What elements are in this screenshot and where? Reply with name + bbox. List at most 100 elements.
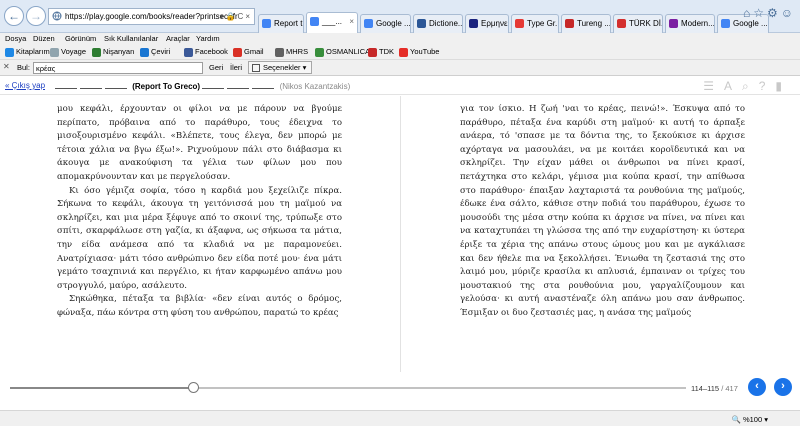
gear-icon[interactable]: ⚙ xyxy=(767,6,781,20)
previous-page-button[interactable]: ‹ xyxy=(748,378,766,396)
address-tools-icon[interactable]: ▾🔒C× xyxy=(220,9,252,24)
status-bar: 🔍 %100 ▾ xyxy=(0,410,800,426)
browser-toolbar: ← → https://play.google.com/books/reader… xyxy=(0,0,800,33)
youtube-icon xyxy=(399,48,408,57)
close-tab-icon[interactable]: × xyxy=(349,13,354,30)
favorite-link[interactable]: Facebook xyxy=(184,47,228,57)
right-page: για τον ίσκιο. Η ζωή 'ναι το κρέας, πειν… xyxy=(460,103,745,321)
book-title: (Report To Greco) (Nikos Kazantzakis) xyxy=(55,81,350,91)
favorite-link[interactable]: Çeviri xyxy=(140,47,171,57)
tdk-icon xyxy=(368,48,377,57)
exit-link[interactable]: « Çıkış yap xyxy=(5,81,45,90)
favorite-label: Nişanyan xyxy=(103,47,135,56)
favorite-link[interactable]: Nişanyan xyxy=(92,47,135,57)
browser-tab[interactable]: Report t... xyxy=(258,14,304,33)
address-bar[interactable]: https://play.google.com/books/reader?pri… xyxy=(48,8,255,25)
reader-header: « Çıkış yap (Report To Greco) (Nikos Kaz… xyxy=(0,76,800,95)
find-label: Bul: xyxy=(17,63,30,72)
browser-tab[interactable]: Dictione... xyxy=(413,14,463,33)
tab-favicon-icon xyxy=(617,19,626,28)
menu-item[interactable]: Sık Kullanılanlar xyxy=(104,34,158,43)
favorite-label: Facebook xyxy=(195,47,228,56)
favorite-link[interactable]: Voyage xyxy=(50,47,86,57)
page-slider-track[interactable] xyxy=(10,387,686,389)
paragraph: Σηκώθηκα, πέταξα τα βιβλία· «δεν είναι α… xyxy=(57,294,342,318)
total-pages: / 417 xyxy=(721,384,738,393)
tab-favicon-icon xyxy=(262,19,271,28)
home-icon[interactable]: ⌂ xyxy=(743,6,753,20)
help-icon[interactable]: ? xyxy=(759,79,776,93)
favorite-link[interactable]: Kitaplarım xyxy=(5,47,50,57)
zoom-control[interactable]: 🔍 %100 ▾ xyxy=(732,415,768,424)
globe-icon xyxy=(52,11,62,21)
favorite-label: Kitaplarım xyxy=(16,47,50,56)
tab-label: Tureng ... xyxy=(577,19,611,28)
nisanyan-icon xyxy=(92,48,101,57)
favorite-link[interactable]: Gmail xyxy=(233,47,264,57)
menu-item[interactable]: Araçlar xyxy=(166,34,190,43)
favorite-label: OSMANLICA xyxy=(326,47,371,56)
tab-favicon-icon xyxy=(469,19,478,28)
tab-label: TÜRK Dİ... xyxy=(629,19,662,28)
find-input[interactable] xyxy=(33,62,203,74)
star-icon[interactable]: ☆ xyxy=(753,6,767,20)
favorite-label: Gmail xyxy=(244,47,264,56)
back-button[interactable]: ← xyxy=(4,6,24,26)
page-divider xyxy=(400,96,401,372)
menu-item[interactable]: Düzen xyxy=(33,34,55,43)
page-slider-thumb[interactable] xyxy=(187,382,199,393)
find-previous-button[interactable]: Geri xyxy=(209,63,223,72)
paragraph: για τον ίσκιο. Η ζωή 'ναι το κρέας, πειν… xyxy=(460,104,745,318)
paragraph: μου κεφάλι, έρχουνταν οι φίλοι να με πάρ… xyxy=(57,104,342,182)
tab-favicon-icon xyxy=(721,19,730,28)
menu-item[interactable]: Yardım xyxy=(196,34,220,43)
menu-item[interactable]: Dosya xyxy=(5,34,26,43)
play-books-icon xyxy=(5,48,14,57)
close-icon[interactable]: ✕ xyxy=(3,62,10,71)
favorite-link[interactable]: TDK xyxy=(368,47,394,57)
title-blank xyxy=(105,81,127,89)
menu-item[interactable]: Görünüm xyxy=(65,34,96,43)
favorite-link[interactable]: YouTube xyxy=(399,47,439,57)
browser-tab[interactable]: Modern... xyxy=(665,14,715,33)
tab-label: Google ... xyxy=(733,19,768,28)
translate-icon xyxy=(140,48,149,57)
tab-label: Dictione... xyxy=(429,19,463,28)
find-options-label: Seçenekler xyxy=(263,63,301,72)
browser-tab[interactable]: Tureng ... xyxy=(561,14,611,33)
browser-tab[interactable]: Google ... xyxy=(360,14,411,33)
current-pages: 114–115 xyxy=(691,384,720,393)
find-options-button[interactable]: Seçenekler ▾ xyxy=(248,61,313,74)
left-page: μου κεφάλι, έρχουνταν οι φίλοι να με πάρ… xyxy=(57,103,342,321)
forward-button[interactable]: → xyxy=(26,6,46,26)
url-text: https://play.google.com/books/reader?pri… xyxy=(65,12,238,21)
options-icon xyxy=(252,64,260,72)
page-counter: 114–115 / 417 xyxy=(691,384,738,393)
smiley-icon[interactable]: ☺ xyxy=(781,6,796,20)
browser-tab[interactable]: ___... × xyxy=(306,12,358,33)
tab-label: Type Gr... xyxy=(527,19,559,28)
find-next-button[interactable]: İleri xyxy=(230,63,242,72)
zoom-icon: 🔍 xyxy=(731,415,741,424)
menu-bar: Dosya Düzen Görünüm Sık Kullanılanlar Araçla… xyxy=(0,33,800,45)
tab-label: ___... xyxy=(322,17,343,26)
contents-icon[interactable]: ☰ xyxy=(703,79,724,93)
bookmark-icon[interactable]: ▮ xyxy=(775,79,792,93)
voyage-icon xyxy=(50,48,59,57)
display-options-icon[interactable]: A xyxy=(724,79,742,93)
favorite-link[interactable]: OSMANLICA xyxy=(315,47,371,57)
favorite-link[interactable]: MHRS xyxy=(275,47,308,57)
paragraph: Κι όσο γέμιζα σοφία, τόσο η καρδιά μου ξ… xyxy=(57,185,342,291)
find-bar: ✕ Bul: Geri İleri Seçenekler ▾ xyxy=(0,60,800,76)
search-icon[interactable]: ⌕ xyxy=(742,79,759,93)
book-author: (Nikos Kazantzakis) xyxy=(279,82,351,91)
browser-tab[interactable]: Type Gr... xyxy=(511,14,559,33)
browser-tab[interactable]: Ερμηνευ... xyxy=(465,14,509,33)
next-page-button[interactable]: › xyxy=(774,378,792,396)
browser-tab[interactable]: TÜRK Dİ... xyxy=(613,14,663,33)
tab-label: Google ... xyxy=(376,19,411,28)
favorite-label: Çeviri xyxy=(151,47,171,56)
tab-favicon-icon xyxy=(669,19,678,28)
tab-favicon-icon xyxy=(364,19,373,28)
osmanlica-icon xyxy=(315,48,324,57)
